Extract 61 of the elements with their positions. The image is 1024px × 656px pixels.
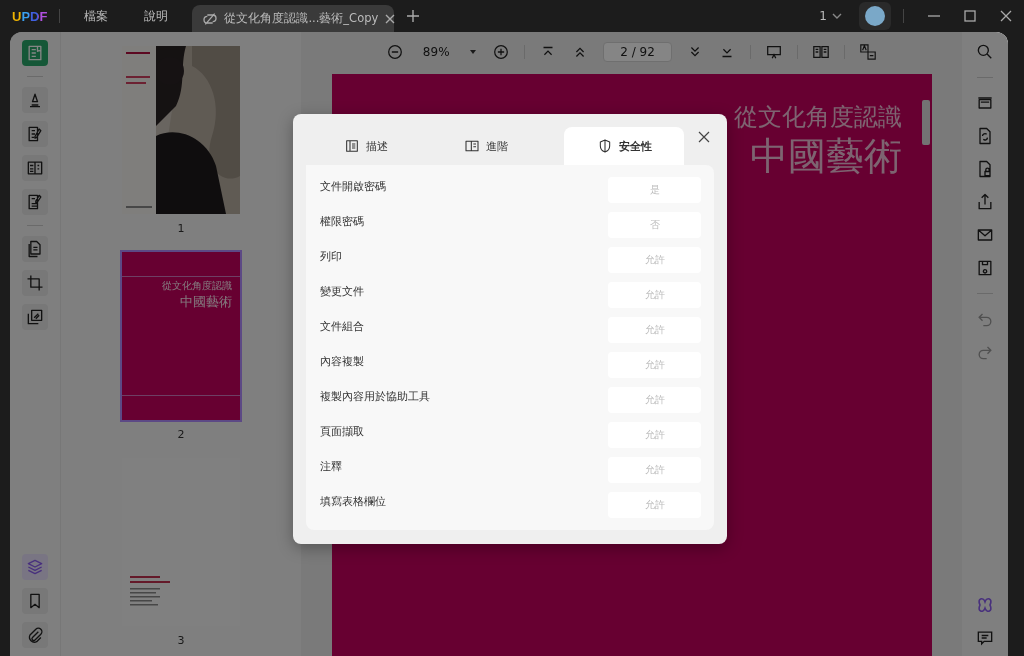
property-label: 文件開啟密碼 <box>320 178 386 194</box>
property-label: 文件組合 <box>320 318 364 334</box>
reader-icon[interactable] <box>22 40 48 66</box>
watermark-icon[interactable] <box>22 304 48 330</box>
property-label: 變更文件 <box>320 283 364 299</box>
close-icon[interactable] <box>384 12 397 25</box>
crop-icon[interactable] <box>22 270 48 296</box>
thumbnail-subtitle: 中國藝術 <box>180 293 232 311</box>
property-value: 允許 <box>608 282 701 308</box>
property-label: 內容複製 <box>320 353 364 369</box>
form-icon[interactable] <box>22 155 48 181</box>
tab-title: 從文化角度認識...藝術_Copy <box>224 11 379 26</box>
property-value: 允許 <box>608 317 701 343</box>
dialog-tab[interactable]: 描述 <box>306 127 426 165</box>
thumbnail-title: 從文化角度認識 <box>162 279 232 293</box>
layers-icon[interactable] <box>22 554 48 580</box>
zoom-out-icon[interactable] <box>386 43 405 61</box>
sign-icon[interactable] <box>22 189 48 215</box>
property-value: 允許 <box>608 352 701 378</box>
close-icon[interactable] <box>999 9 1013 23</box>
page-field[interactable]: 2 / 92 <box>603 42 672 62</box>
property-label: 注釋 <box>320 458 342 474</box>
page-number: 3 <box>177 634 185 649</box>
property-value: 是 <box>608 177 701 203</box>
menu-item[interactable]: 檔案 <box>72 7 133 25</box>
property-value: 允許 <box>608 457 701 483</box>
add-tab-icon[interactable] <box>406 9 421 23</box>
property-label: 頁面擷取 <box>320 423 364 439</box>
maximize-icon[interactable] <box>963 9 977 23</box>
property-label: 填寫表格欄位 <box>320 493 386 509</box>
document-title: 從文化角度認識 <box>733 102 902 133</box>
attachment-icon[interactable] <box>22 622 48 648</box>
scrollbar-thumb[interactable] <box>922 100 930 145</box>
zoom-level[interactable]: 89% <box>418 45 455 59</box>
property-value: 允許 <box>608 247 701 273</box>
book-icon <box>464 138 480 154</box>
dialog-tab[interactable]: 安全性 <box>564 127 684 165</box>
presentation-icon[interactable] <box>764 43 783 61</box>
property-label: 複製內容用於協助工具 <box>320 388 430 404</box>
page-number: 2 <box>177 428 185 443</box>
bookmark-icon[interactable] <box>22 588 48 614</box>
document-tab[interactable]: 從文化角度認識...藝術_Copy <box>192 5 395 32</box>
menu-item[interactable]: 說明 <box>132 7 193 25</box>
close-icon[interactable] <box>698 131 710 143</box>
book-icon[interactable] <box>811 43 830 61</box>
page-indicator[interactable]: 1 <box>819 9 827 23</box>
property-value: 允許 <box>608 387 701 413</box>
property-label: 權限密碼 <box>320 213 364 229</box>
highlight-icon[interactable] <box>22 87 48 113</box>
property-label: 列印 <box>320 248 342 264</box>
organize-icon[interactable] <box>22 236 48 262</box>
dialog-tab[interactable]: 進階 <box>426 127 546 165</box>
property-value: 允許 <box>608 422 701 448</box>
property-value: 允許 <box>608 492 701 518</box>
avatar[interactable] <box>865 6 885 26</box>
translate-icon[interactable] <box>858 43 877 61</box>
page-number: 1 <box>177 222 185 237</box>
zoom-in-icon[interactable] <box>492 43 511 61</box>
document-icon <box>344 138 360 154</box>
document-subtitle: 中國藝術 <box>749 134 902 178</box>
edit-icon[interactable] <box>22 121 48 147</box>
